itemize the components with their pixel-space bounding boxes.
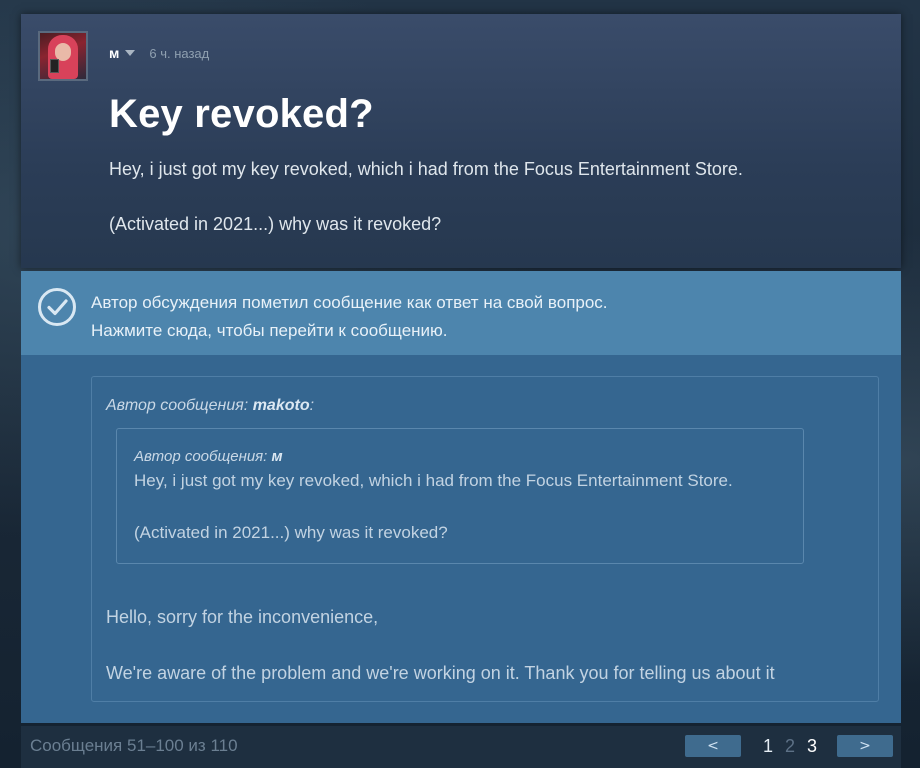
original-post: м 6 ч. назад Key revoked? Hey, i just go… [21,14,901,268]
accepted-reply: Автор сообщения: makoto: Автор сообщения… [21,355,901,723]
next-page-button[interactable]: > [837,735,893,757]
inner-quote-body: Hey, i just got my key revoked, which i … [134,469,794,545]
answer-banner[interactable]: Автор обсуждения пометил сообщение как о… [21,271,901,355]
outer-quote-header: Автор сообщения: makoto: [106,397,314,415]
chevron-down-icon[interactable] [125,50,136,56]
inner-quote-author[interactable]: м [272,448,283,465]
avatar[interactable] [38,31,88,81]
inner-quote-label: Автор сообщения: [134,448,268,465]
checkmark-circle-icon [38,288,76,326]
post-timestamp: 6 ч. назад [149,45,210,61]
inner-quote: Автор сообщения: м Hey, i just got my ke… [116,428,804,564]
message-count: Сообщения 51–100 из 110 [30,736,238,755]
page-link-1[interactable]: 1 [763,736,773,757]
page-links: 1 2 3 [763,736,817,757]
author-line: м 6 ч. назад [109,44,209,62]
post-body-line: Hey, i just got my key revoked, which i … [109,159,743,179]
outer-quote-author[interactable]: makoto [253,397,310,414]
reply-body-line: We're aware of the problem and we're wor… [106,663,775,683]
post-title: Key revoked? [109,92,374,136]
inner-quote-header: Автор сообщения: м [134,448,283,465]
outer-quote-suffix: : [309,397,315,414]
outer-quote: Автор сообщения: makoto: Автор сообщения… [91,376,879,702]
inner-quote-line: Hey, i just got my key revoked, which i … [134,471,733,490]
prev-page-button[interactable]: < [684,735,741,757]
answer-banner-text[interactable]: Автор обсуждения пометил сообщение как о… [91,289,881,345]
inner-quote-line: (Activated in 2021...) why was it revoke… [134,523,448,542]
thread-container: м 6 ч. назад Key revoked? Hey, i just go… [21,14,901,768]
answer-banner-line2: Нажмите сюда, чтобы перейти к сообщению. [91,321,448,340]
answer-banner-line1: Автор обсуждения пометил сообщение как о… [91,293,608,312]
post-body-line: (Activated in 2021...) why was it revoke… [109,214,442,234]
outer-quote-label: Автор сообщения: [106,397,249,414]
post-body: Hey, i just got my key revoked, which i … [109,158,879,236]
author-name[interactable]: м [109,45,119,61]
reply-body-line: Hello, sorry for the inconvenience, [106,607,379,627]
page-link-2[interactable]: 2 [785,736,795,757]
pager: < 1 2 3 > [684,733,901,759]
reply-body: Hello, sorry for the inconvenience, We'r… [106,605,876,685]
page-link-3-current: 3 [806,735,817,756]
pagination-bar: Сообщения 51–100 из 110 < 1 2 3 > [21,726,901,768]
